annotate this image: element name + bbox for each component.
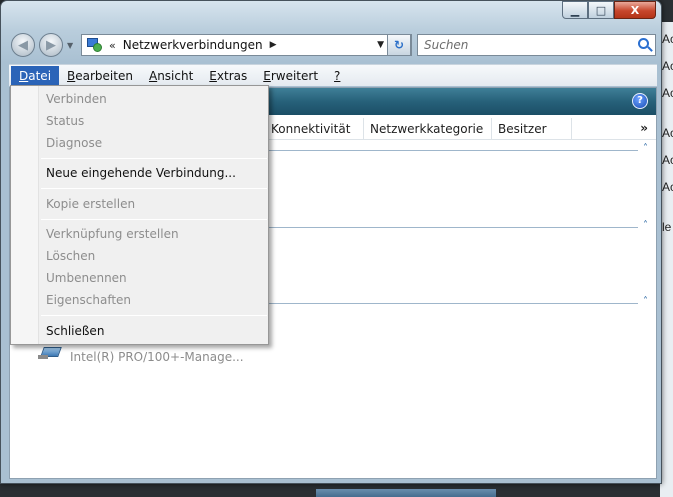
menu-datei[interactable]: Datei [11,65,60,86]
bg-label: Ac [662,153,673,167]
group-collapse-chevron-icon[interactable]: ˄ [643,143,648,154]
back-arrow-icon: ◀ [18,37,28,53]
forward-arrow-icon: ▶ [46,37,56,53]
address-breadcrumb[interactable]: Netzwerkverbindungen [123,38,263,52]
datei-dropdown-menu: Verbinden Status Diagnose Neue eingehend… [10,85,269,345]
forward-button[interactable]: ▶ [39,33,63,57]
bg-label: Ac [662,32,673,46]
network-connections-icon [86,37,104,53]
menu-item-properties[interactable]: Eigenschaften [46,290,131,310]
menu-separator [41,219,267,220]
refresh-icon: ↻ [393,38,405,52]
menu-bar: Datei Bearbeiten Ansicht Extras Erweiter… [9,64,657,86]
search-input[interactable]: Suchen [424,38,468,52]
network-adapter-icon[interactable] [38,345,64,361]
bg-label: Ac [662,126,673,140]
help-icon[interactable]: ? [632,93,648,109]
close-button[interactable]: X [614,1,656,19]
menu-extras[interactable]: Extras [201,66,255,86]
menu-item-copy[interactable]: Kopie erstellen [46,194,135,214]
bg-label: le [662,220,672,234]
maximize-button[interactable]: □ [588,1,614,19]
menu-item-verbinden[interactable]: Verbinden [46,89,107,109]
menu-item-rename[interactable]: Umbenennen [46,268,127,288]
menu-item-diagnose[interactable]: Diagnose [46,133,102,153]
menu-erweitert[interactable]: Erweitert [255,66,326,86]
menu-help[interactable]: ? [326,66,348,86]
column-owner[interactable]: Besitzer [492,118,572,140]
background-taskbar-button [316,489,496,497]
menu-item-delete[interactable]: Löschen [46,246,95,266]
menu-item-new-incoming-connection[interactable]: Neue eingehende Verbindung... [46,163,236,183]
bg-label: Ac [662,86,673,100]
menu-separator [41,158,267,159]
menu-separator [41,188,267,189]
search-box[interactable]: Suchen [417,34,656,56]
minimize-button[interactable]: ▁ [562,1,588,19]
column-network-category[interactable]: Netzwerkkategorie [364,118,492,140]
bg-label: Ac [662,180,673,194]
refresh-button[interactable]: ↻ [387,34,411,56]
menu-item-create-shortcut[interactable]: Verknüpfung erstellen [46,224,179,244]
menu-icon-gutter [11,86,39,344]
menu-ansicht[interactable]: Ansicht [141,66,201,86]
address-bar[interactable]: « Netzwerkverbindungen ▶ ▼ ↻ [81,34,412,56]
bg-label: Ac [662,59,673,73]
address-dropdown-icon[interactable]: ▼ [377,40,384,50]
column-connectivity[interactable]: Konnektivität [265,118,364,140]
recent-pages-dropdown[interactable]: ▼ [67,41,73,50]
address-overflow-chevron[interactable]: « [109,39,116,52]
caption-buttons: ▁ □ X [562,1,656,19]
breadcrumb-arrow-icon[interactable]: ▶ [270,40,277,50]
group-collapse-chevron-icon[interactable]: ˄ [643,296,648,307]
more-columns-icon[interactable]: » [640,121,648,135]
back-button[interactable]: ◀ [11,33,35,57]
group-collapse-chevron-icon[interactable]: ˄ [643,220,648,231]
menu-bearbeiten[interactable]: Bearbeiten [59,66,141,86]
search-icon[interactable] [638,38,649,49]
menu-item-close[interactable]: Schließen [46,321,104,341]
menu-separator [41,315,267,316]
menu-item-status[interactable]: Status [46,111,84,131]
adapter-name[interactable]: Intel(R) PRO/100+-Manage... [70,350,244,364]
